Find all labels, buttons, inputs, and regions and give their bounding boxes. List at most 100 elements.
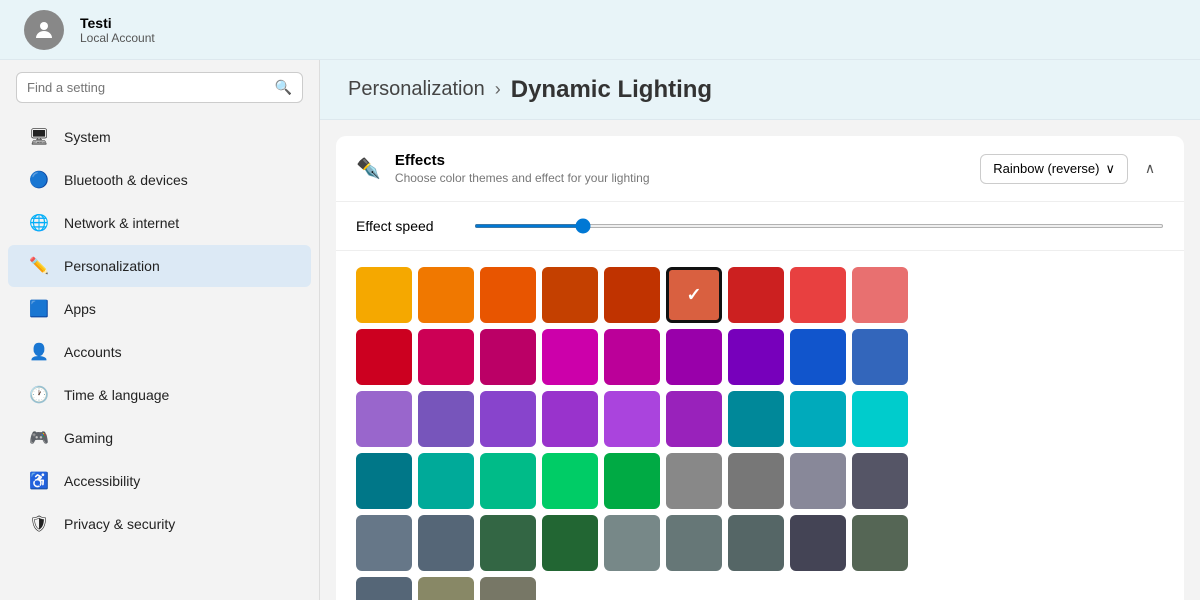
color-row-5 [356, 577, 1164, 600]
color-swatch-4-1[interactable] [418, 515, 474, 571]
color-swatch-2-8[interactable] [852, 391, 908, 447]
personalization-icon: ✏️ [28, 255, 50, 277]
user-name: Testi [80, 15, 155, 31]
color-swatch-0-6[interactable] [728, 267, 784, 323]
color-swatch-1-1[interactable] [418, 329, 474, 385]
apps-icon: 🟦 [28, 298, 50, 320]
color-swatch-3-2[interactable] [480, 453, 536, 509]
color-swatch-3-8[interactable] [852, 453, 908, 509]
effects-icon: ✒️ [356, 156, 381, 181]
effects-dropdown[interactable]: Rainbow (reverse) ∨ [980, 154, 1128, 184]
color-swatch-2-6[interactable] [728, 391, 784, 447]
color-swatch-1-0[interactable] [356, 329, 412, 385]
color-swatch-1-3[interactable] [542, 329, 598, 385]
color-swatch-3-5[interactable] [666, 453, 722, 509]
color-swatch-0-5[interactable] [666, 267, 722, 323]
color-swatch-4-2[interactable] [480, 515, 536, 571]
sidebar-item-gaming[interactable]: 🎮 Gaming [8, 417, 311, 459]
sidebar-label-personalization: Personalization [64, 258, 160, 274]
color-swatch-3-7[interactable] [790, 453, 846, 509]
sidebar-item-system[interactable]: 🖥 System [8, 116, 311, 158]
sidebar-item-bluetooth[interactable]: 🔵 Bluetooth & devices [8, 159, 311, 201]
color-swatch-4-5[interactable] [666, 515, 722, 571]
color-swatch-2-7[interactable] [790, 391, 846, 447]
sidebar-item-network[interactable]: 🌐 Network & internet [8, 202, 311, 244]
color-swatch-5-1[interactable] [418, 577, 474, 600]
sidebar-label-bluetooth: Bluetooth & devices [64, 172, 188, 188]
color-row-0 [356, 267, 1164, 323]
color-swatch-3-0[interactable] [356, 453, 412, 509]
color-swatch-2-1[interactable] [418, 391, 474, 447]
effects-left: ✒️ Effects Choose color themes and effec… [356, 152, 650, 185]
sidebar-item-accessibility[interactable]: ♿ Accessibility [8, 460, 311, 502]
color-swatch-2-5[interactable] [666, 391, 722, 447]
color-swatch-0-2[interactable] [480, 267, 536, 323]
gaming-icon: 🎮 [28, 427, 50, 449]
sidebar-item-personalization[interactable]: ✏️ Personalization [8, 245, 311, 287]
color-swatch-1-2[interactable] [480, 329, 536, 385]
color-swatch-4-4[interactable] [604, 515, 660, 571]
color-swatch-1-5[interactable] [666, 329, 722, 385]
sidebar-item-time[interactable]: 🕐 Time & language [8, 374, 311, 416]
page-title: Dynamic Lighting [511, 76, 712, 104]
search-input[interactable] [27, 80, 267, 95]
color-swatch-0-7[interactable] [790, 267, 846, 323]
dropdown-label: Rainbow (reverse) [993, 161, 1099, 176]
color-swatch-0-8[interactable] [852, 267, 908, 323]
sidebar-label-privacy: Privacy & security [64, 516, 175, 532]
color-swatch-2-2[interactable] [480, 391, 536, 447]
sidebar-item-apps[interactable]: 🟦 Apps [8, 288, 311, 330]
page-header: Personalization › Dynamic Lighting [320, 60, 1200, 120]
search-box[interactable]: 🔍 [16, 72, 303, 103]
color-swatch-2-4[interactable] [604, 391, 660, 447]
nav-list: 🖥 System 🔵 Bluetooth & devices 🌐 Network… [0, 115, 319, 546]
color-swatch-3-4[interactable] [604, 453, 660, 509]
accessibility-icon: ♿ [28, 470, 50, 492]
color-swatch-5-2[interactable] [480, 577, 536, 600]
color-swatch-1-4[interactable] [604, 329, 660, 385]
color-swatch-3-1[interactable] [418, 453, 474, 509]
sidebar-label-system: System [64, 129, 111, 145]
sidebar-label-gaming: Gaming [64, 430, 113, 446]
color-swatch-4-6[interactable] [728, 515, 784, 571]
sidebar-label-time: Time & language [64, 387, 169, 403]
color-swatch-4-0[interactable] [356, 515, 412, 571]
breadcrumb-arrow: › [495, 79, 501, 100]
color-row-4 [356, 515, 1164, 571]
breadcrumb-parent: Personalization [348, 78, 485, 101]
effects-info: Effects Choose color themes and effect f… [395, 152, 650, 185]
privacy-icon: 🛡 [28, 513, 50, 535]
breadcrumb: Personalization › Dynamic Lighting [348, 76, 712, 104]
sidebar-label-apps: Apps [64, 301, 96, 317]
color-swatch-4-7[interactable] [790, 515, 846, 571]
color-swatch-2-3[interactable] [542, 391, 598, 447]
sidebar-item-privacy[interactable]: 🛡 Privacy & security [8, 503, 311, 545]
system-icon: 🖥 [28, 126, 50, 148]
color-swatch-4-8[interactable] [852, 515, 908, 571]
color-row-1 [356, 329, 1164, 385]
sidebar-label-accounts: Accounts [64, 344, 122, 360]
collapse-button[interactable]: ∧ [1136, 155, 1164, 183]
color-swatch-5-0[interactable] [356, 577, 412, 600]
color-swatch-3-6[interactable] [728, 453, 784, 509]
color-swatch-3-3[interactable] [542, 453, 598, 509]
color-swatch-0-4[interactable] [604, 267, 660, 323]
color-swatch-1-7[interactable] [790, 329, 846, 385]
effects-panel: ✒️ Effects Choose color themes and effec… [336, 136, 1184, 600]
speed-row: Effect speed [336, 202, 1184, 251]
time-icon: 🕐 [28, 384, 50, 406]
color-swatch-0-3[interactable] [542, 267, 598, 323]
sidebar-item-accounts[interactable]: 👤 Accounts [8, 331, 311, 373]
color-swatch-2-0[interactable] [356, 391, 412, 447]
color-swatch-4-3[interactable] [542, 515, 598, 571]
speed-slider[interactable] [474, 224, 1164, 228]
effects-right: Rainbow (reverse) ∨ ∧ [980, 154, 1164, 184]
color-swatch-0-1[interactable] [418, 267, 474, 323]
accounts-icon: 👤 [28, 341, 50, 363]
color-swatch-1-8[interactable] [852, 329, 908, 385]
color-swatch-1-6[interactable] [728, 329, 784, 385]
color-swatch-0-0[interactable] [356, 267, 412, 323]
bluetooth-icon: 🔵 [28, 169, 50, 191]
effects-header: ✒️ Effects Choose color themes and effec… [336, 136, 1184, 202]
speed-label: Effect speed [356, 218, 434, 234]
